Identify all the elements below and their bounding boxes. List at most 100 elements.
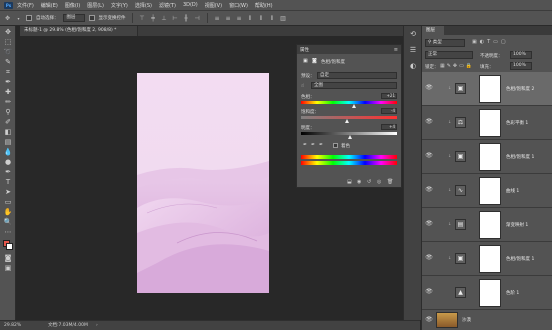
view-previous-icon[interactable]: ◉ xyxy=(357,179,361,185)
colorize-checkbox[interactable] xyxy=(333,143,338,148)
zoom-level[interactable]: 29.82% xyxy=(4,321,21,330)
panel-menu-icon[interactable]: ≡ xyxy=(394,47,398,53)
layer-name[interactable]: 色阶 1 xyxy=(506,290,519,296)
menu-help[interactable]: 帮助(H) xyxy=(255,2,273,9)
screen-mode-icon[interactable]: ▣ xyxy=(3,264,13,273)
pen-tool-icon[interactable]: ✒ xyxy=(3,168,13,177)
eyedropper-minus-icon[interactable]: ✒ xyxy=(319,142,323,148)
properties-panel-icon[interactable]: ☰ xyxy=(409,46,417,54)
hue-saturation-icon[interactable]: ▣ xyxy=(455,151,466,162)
layer-mask-thumbnail[interactable] xyxy=(479,75,501,103)
fill-input[interactable]: 100% xyxy=(510,62,532,70)
image-thumbnail[interactable] xyxy=(436,312,458,328)
distribute-right-icon[interactable]: ⦀ xyxy=(269,15,276,22)
layer-name[interactable]: 沙漠 xyxy=(462,317,471,323)
distribute-vcenter-icon[interactable]: ≡ xyxy=(225,15,232,22)
target-adjust-icon[interactable]: ☝ xyxy=(301,83,304,89)
hue-value[interactable]: +21 xyxy=(381,93,397,99)
preset-dropdown[interactable]: 自定 xyxy=(317,72,397,79)
auto-select-checkbox[interactable] xyxy=(26,15,32,21)
layer-mask-icon[interactable]: ◙ xyxy=(312,58,317,64)
eye-icon[interactable]: 👁 xyxy=(425,288,433,296)
menu-image[interactable]: 图像(I) xyxy=(65,2,80,9)
path-select-tool-icon[interactable]: ➤ xyxy=(3,188,13,197)
background-color-swatch[interactable] xyxy=(6,243,13,250)
more-tools-icon[interactable]: ⋯ xyxy=(3,228,13,237)
hand-tool-icon[interactable]: ✋ xyxy=(3,208,13,217)
eye-icon[interactable]: 👁 xyxy=(425,118,433,126)
marquee-tool-icon[interactable]: ⬚ xyxy=(3,38,13,47)
eyedropper-plus-icon[interactable]: ✒ xyxy=(311,142,315,148)
layer-name[interactable]: 色彩平衡 1 xyxy=(506,120,528,126)
layer-name[interactable]: 色相/饱和度 1 xyxy=(506,256,534,262)
rectangle-tool-icon[interactable]: ▭ xyxy=(3,198,13,207)
menu-file[interactable]: 文件(F) xyxy=(17,2,34,9)
layer-row[interactable]: 👁 ▲ 色阶 1 xyxy=(422,276,552,310)
saturation-slider[interactable] xyxy=(301,116,397,119)
menu-layer[interactable]: 图层(L) xyxy=(87,2,104,9)
saturation-value[interactable]: -4 xyxy=(381,108,397,114)
eraser-tool-icon[interactable]: ◧ xyxy=(3,128,13,137)
layer-mask-thumbnail[interactable] xyxy=(479,177,501,205)
eyedropper-tool-icon[interactable]: ✒ xyxy=(3,78,13,87)
history-brush-tool-icon[interactable]: ✐ xyxy=(3,118,13,127)
layer-name[interactable]: 色相/饱和度 2 xyxy=(506,86,534,92)
curves-icon[interactable]: ∿ xyxy=(455,185,466,196)
align-left-icon[interactable]: ⊢ xyxy=(172,15,179,22)
clone-stamp-tool-icon[interactable]: ⚲ xyxy=(3,108,13,117)
adjustments-panel-icon[interactable]: ◐ xyxy=(409,62,417,70)
layer-kind-filter[interactable]: ⚲ 类型 xyxy=(425,39,465,47)
layer-mask-thumbnail[interactable] xyxy=(479,143,501,171)
layer-row[interactable]: 👁 ↓ ⚖ 色彩平衡 1 xyxy=(422,106,552,140)
move-tool-icon[interactable]: ✥ xyxy=(4,15,11,22)
align-vcenter-icon[interactable]: ╪ xyxy=(150,15,157,22)
document-canvas-image[interactable] xyxy=(137,73,269,293)
hue-slider-thumb[interactable] xyxy=(352,104,357,108)
layer-mask-thumbnail[interactable] xyxy=(479,109,501,137)
layer-name[interactable]: 曲线 1 xyxy=(506,188,519,194)
quick-select-tool-icon[interactable]: ✎ xyxy=(3,58,13,67)
chevron-right-icon[interactable]: › xyxy=(96,321,98,330)
filter-icons[interactable]: ▣◐T▭▢ xyxy=(472,39,509,45)
quick-mask-icon[interactable]: ◙ xyxy=(3,254,13,263)
history-panel-icon[interactable]: ⟲ xyxy=(409,30,417,38)
menu-window[interactable]: 窗口(W) xyxy=(229,2,248,9)
healing-brush-tool-icon[interactable]: ✚ xyxy=(3,88,13,97)
align-right-icon[interactable]: ⊣ xyxy=(194,15,201,22)
type-tool-icon[interactable]: T xyxy=(3,178,13,187)
chevron-down-icon[interactable]: ▾ xyxy=(15,15,22,22)
menu-view[interactable]: 视图(V) xyxy=(205,2,222,9)
opacity-input[interactable]: 100% xyxy=(510,51,532,59)
gradient-tool-icon[interactable]: ▤ xyxy=(3,138,13,147)
reset-icon[interactable]: ↺ xyxy=(367,179,371,185)
color-balance-icon[interactable]: ⚖ xyxy=(455,117,466,128)
dodge-tool-icon[interactable]: ● xyxy=(3,158,13,167)
eye-icon[interactable]: 👁 xyxy=(425,152,433,160)
hue-slider[interactable] xyxy=(301,101,397,104)
document-tab[interactable]: 未标题-1 @ 29.8% (色相/饱和度 2, 908/8) * xyxy=(20,26,138,36)
distribute-bottom-icon[interactable]: ≡ xyxy=(236,15,243,22)
layers-tab[interactable]: 图层 xyxy=(422,26,444,35)
auto-select-dropdown[interactable]: 图层 xyxy=(62,14,85,22)
layer-mask-thumbnail[interactable] xyxy=(479,279,501,307)
brush-tool-icon[interactable]: ✏ xyxy=(3,98,13,107)
align-hcenter-icon[interactable]: ╫ xyxy=(183,15,190,22)
clip-to-layer-icon[interactable]: ⬓ xyxy=(347,179,352,185)
eye-icon[interactable]: 👁 xyxy=(425,220,433,228)
gradient-map-icon[interactable]: ▤ xyxy=(455,219,466,230)
align-bottom-icon[interactable]: ⊥ xyxy=(161,15,168,22)
transform-controls-checkbox[interactable] xyxy=(88,15,95,21)
visibility-icon[interactable]: ◎ xyxy=(377,179,381,185)
lasso-tool-icon[interactable]: ➰ xyxy=(3,48,13,57)
layer-row[interactable]: 👁 ↓ ▣ 色相/饱和度 1 xyxy=(422,140,552,174)
distribute-top-icon[interactable]: ≡ xyxy=(214,15,221,22)
layer-name[interactable]: 色相/饱和度 1 xyxy=(506,154,534,160)
align-top-icon[interactable]: ⊤ xyxy=(139,15,146,22)
layer-row[interactable]: 👁 ↓ ▤ 渐变映射 1 xyxy=(422,208,552,242)
crop-tool-icon[interactable]: ⌗ xyxy=(3,68,13,77)
menu-select[interactable]: 选择(S) xyxy=(135,2,152,9)
layer-mask-thumbnail[interactable] xyxy=(479,245,501,273)
distribute-hcenter-icon[interactable]: ⦀ xyxy=(258,15,265,22)
hue-saturation-icon[interactable]: ▣ xyxy=(455,253,466,264)
menu-type[interactable]: 文字(Y) xyxy=(111,2,128,9)
